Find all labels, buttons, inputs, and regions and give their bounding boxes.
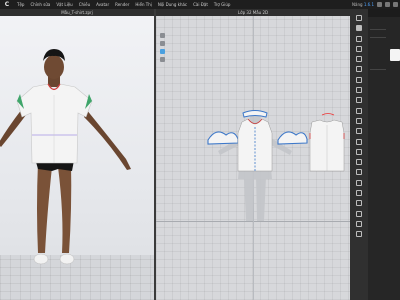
menu-other-content[interactable]: Nội Dung khác [155,0,190,9]
menu-edit[interactable]: Chỉnh sửa [27,0,53,9]
viewport-3d[interactable]: Mẫu_T-shirt.zprj [0,9,154,300]
object-browser-icon[interactable] [356,15,362,21]
menu-3d-view[interactable]: Chiều [76,0,93,9]
piping-icon[interactable] [356,97,362,104]
pin-icon[interactable] [356,148,362,155]
close-icon[interactable] [393,2,398,7]
graphic-icon[interactable] [356,56,362,63]
maximize-icon[interactable] [385,2,390,7]
measure-icon[interactable] [356,128,362,135]
menu-right-controls: Nâng 1.6.1 [352,0,398,9]
fabric-swatch[interactable] [390,49,400,61]
layer-icon[interactable] [356,179,362,186]
right-toolbar [350,9,368,300]
puckering-icon[interactable] [356,87,362,94]
export-icon[interactable] [356,231,362,238]
fold-icon[interactable] [356,159,362,166]
tape-icon[interactable] [356,117,362,124]
topstitch-icon[interactable] [356,45,362,52]
simulate-icon[interactable] [356,200,362,207]
avatar-icon[interactable] [356,190,362,197]
fabric-icon[interactable] [356,25,362,32]
sleeve-pattern-left [207,131,239,145]
button-icon[interactable] [356,35,362,42]
elastic-icon[interactable] [356,107,362,114]
trim-icon[interactable] [356,66,362,73]
panel-row [370,29,386,30]
avatar-with-garment[interactable] [0,9,154,300]
menu-settings[interactable]: Cài Đặt [190,0,211,9]
sleeve-pattern-right [277,131,308,145]
gizmo-icon[interactable] [356,138,362,145]
version-indicator: Nâng 1.6.1 [352,2,374,7]
pattern-layout[interactable] [156,9,350,300]
menu-help[interactable]: Trợ Giúp [211,0,234,9]
menu-bar: C Tệp Chỉnh sửa Vật Liệu Chiều Avatar Re… [0,0,400,9]
sewing-icon[interactable] [356,169,362,176]
panel-row [370,37,386,38]
app-logo: C [4,1,10,8]
menu-avatar[interactable]: Avatar [93,0,112,9]
object-browser-panel [368,9,400,300]
zipper-icon[interactable] [356,76,362,83]
minimize-icon[interactable] [377,2,382,7]
panel-row [370,69,386,70]
settings-icon[interactable] [356,210,362,217]
panel-header [368,9,400,17]
render-icon[interactable] [356,220,362,227]
menu-render[interactable]: Render [112,0,132,9]
viewport-2d[interactable]: Lớp 32 Mẫu 2D [156,9,350,300]
menu-file[interactable]: Tệp [14,0,27,9]
menu-display[interactable]: Hiển Thị [132,0,154,9]
menu-materials[interactable]: Vật Liệu [53,0,75,9]
